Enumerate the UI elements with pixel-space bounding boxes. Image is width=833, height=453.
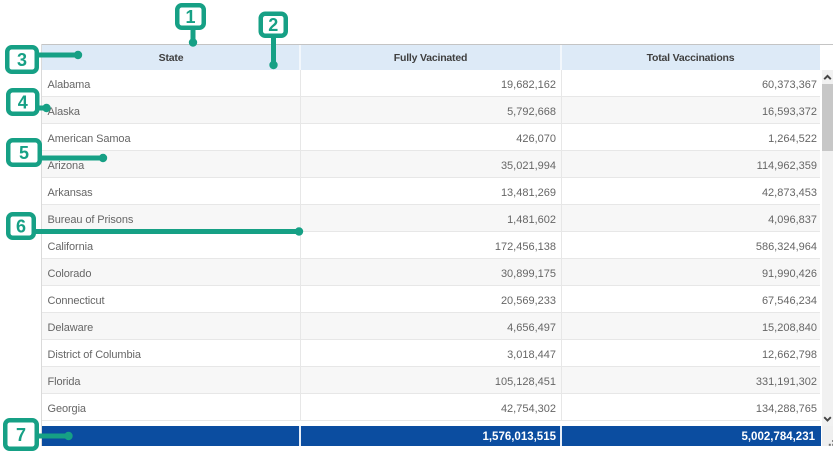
svg-text:1: 1: [185, 7, 195, 27]
svg-text:7: 7: [16, 425, 26, 445]
svg-text:4: 4: [18, 93, 28, 113]
svg-text:3: 3: [17, 50, 27, 70]
svg-text:2: 2: [268, 15, 278, 35]
svg-text:5: 5: [19, 143, 29, 163]
svg-text:6: 6: [16, 217, 26, 237]
